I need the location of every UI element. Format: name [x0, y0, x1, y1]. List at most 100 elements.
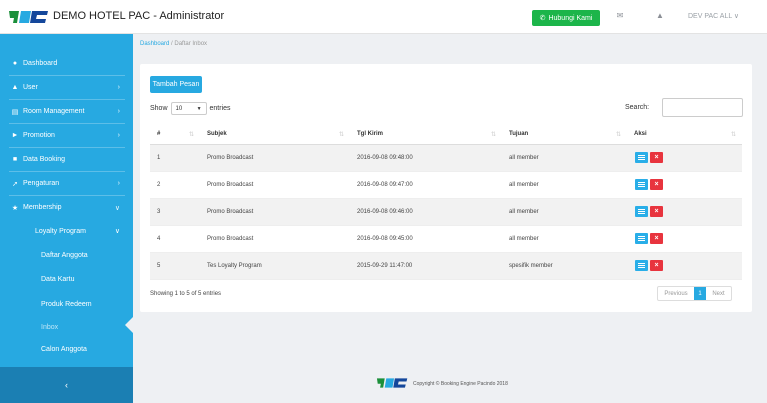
cell-aksi: ×	[627, 225, 742, 253]
chevron-left-icon: ‹	[65, 380, 68, 390]
room-icon: ▤	[11, 108, 19, 116]
search-label: Search:	[625, 104, 650, 111]
cell-subjek: Tes Loyalty Program	[200, 252, 350, 280]
add-message-button[interactable]: Tambah Pesan	[150, 76, 202, 93]
cell-tgl-kirim: 2016-09-08 09:45:00	[350, 225, 502, 253]
sort-icon: ⇅	[615, 131, 621, 138]
app-title: DEMO HOTEL PAC - Administrator	[53, 10, 225, 22]
sidebar-item-loyalty-program[interactable]: Loyalty Program ∨	[0, 220, 133, 242]
inbox-panel: Tambah Pesan Show 10 ▼ entries Search: #…	[140, 64, 752, 312]
show-label: Show	[150, 105, 168, 112]
breadcrumb-current: Daftar Inbox	[174, 41, 208, 47]
star-icon: ★	[11, 204, 19, 212]
sidebar-item-inbox[interactable]: Inbox	[0, 316, 133, 338]
active-indicator	[125, 317, 133, 333]
cell-tgl-kirim: 2016-09-08 09:46:00	[350, 198, 502, 226]
breadcrumb-home[interactable]: Dashboard	[140, 41, 169, 47]
view-button[interactable]	[635, 260, 648, 271]
delete-button[interactable]: ×	[650, 206, 663, 217]
table-row: 2 Promo Broadcast 2016-09-08 09:47:00 al…	[150, 171, 742, 199]
column-header-tujuan[interactable]: Tujuan ⇅	[502, 124, 627, 145]
sidebar-item-label: Promotion	[23, 132, 55, 139]
chevron-right-icon: ›	[117, 108, 120, 115]
view-button[interactable]	[635, 206, 648, 217]
entries-select[interactable]: 10 ▼	[170, 102, 207, 115]
chevron-right-icon: ›	[117, 84, 120, 91]
sidebar-item-room-management[interactable]: ▤ Room Management ›	[0, 100, 133, 123]
breadcrumb-separator: /	[171, 41, 173, 47]
sort-icon: ⇅	[188, 131, 194, 138]
view-button[interactable]	[635, 152, 648, 163]
sidebar-item-membership[interactable]: ★ Membership ∨	[0, 196, 133, 219]
column-header-aksi[interactable]: Aksi ⇅	[627, 124, 742, 145]
top-navbar: DEMO HOTEL PAC - Administrator ✆ Hubungi…	[0, 0, 767, 34]
sidebar-item-label: Membership	[23, 204, 62, 211]
sidebar-item-dashboard[interactable]: ● Dashboard	[0, 52, 133, 75]
chevron-right-icon: ›	[117, 132, 120, 139]
user-icon: ▲	[11, 84, 19, 91]
sort-icon: ⇅	[338, 131, 344, 138]
table-row: 1 Promo Broadcast 2016-09-08 09:48:00 al…	[150, 144, 742, 172]
contact-button[interactable]: ✆ Hubungi Kami	[532, 10, 600, 26]
delete-button[interactable]: ×	[650, 233, 663, 244]
cell-subjek: Promo Broadcast	[200, 171, 350, 199]
table-row: 5 Tes Loyalty Program 2015-09-29 11:47:0…	[150, 252, 742, 280]
footer: Copyright © Booking Engine Pacindo 2018	[133, 367, 767, 403]
pagination-previous[interactable]: Previous	[658, 287, 694, 300]
sidebar-item-pengaturan[interactable]: ➚ Pengaturan ›	[0, 172, 133, 195]
sidebar-item-label: Room Management	[23, 108, 85, 115]
sidebar-item-daftar-anggota[interactable]: Daftar Anggota	[0, 244, 133, 266]
view-button[interactable]	[635, 233, 648, 244]
envelope-icon[interactable]: ✉	[615, 11, 625, 21]
cell-number: 4	[150, 225, 200, 253]
cell-aksi: ×	[627, 171, 742, 199]
table-info: Showing 1 to 5 of 5 entries	[150, 291, 222, 297]
chevron-down-icon: ∨	[114, 228, 120, 235]
dashboard-icon: ●	[12, 60, 18, 67]
search-input[interactable]	[662, 98, 743, 117]
sidebar-item-label: Calon Anggota	[41, 345, 87, 353]
column-header-number[interactable]: # ⇅	[150, 124, 200, 145]
sidebar-item-label: Pengaturan	[23, 180, 60, 187]
pagination: Previous 1 Next	[657, 286, 732, 301]
cell-number: 3	[150, 198, 200, 226]
delete-button[interactable]: ×	[650, 260, 663, 271]
cell-tujuan: spesifik member	[502, 252, 627, 280]
sidebar-item-data-booking[interactable]: ■ Data Booking	[0, 148, 133, 171]
sidebar-item-data-kartu[interactable]: Data Kartu	[0, 268, 133, 290]
sidebar-collapse-button[interactable]: ‹	[0, 367, 133, 403]
pac-logo[interactable]	[8, 8, 50, 26]
table-row: 4 Promo Broadcast 2016-09-08 09:45:00 al…	[150, 225, 742, 253]
sidebar-item-user[interactable]: ▲ User ›	[0, 76, 133, 99]
booking-icon: ■	[12, 156, 18, 163]
sidebar-item-label: Data Kartu	[41, 275, 75, 283]
delete-button[interactable]: ×	[650, 179, 663, 190]
sidebar-item-produk-redeem[interactable]: Produk Redeem	[0, 293, 133, 315]
cell-number: 1	[150, 144, 200, 172]
sidebar-item-calon-anggota[interactable]: Calon Anggota	[0, 338, 133, 360]
sidebar-item-label: Daftar Anggota	[41, 251, 88, 259]
cell-tgl-kirim: 2016-09-08 09:47:00	[350, 171, 502, 199]
tag-icon: ►	[11, 132, 19, 139]
cell-tgl-kirim: 2015-09-29 11:47:00	[350, 252, 502, 280]
pac-logo	[376, 378, 408, 388]
sidebar-item-promotion[interactable]: ► Promotion ›	[0, 124, 133, 147]
sort-icon: ⇅	[730, 131, 736, 138]
pagination-next[interactable]: Next	[706, 287, 731, 300]
pagination-page[interactable]: 1	[694, 287, 706, 300]
bell-icon[interactable]: ▲	[655, 11, 665, 21]
wrench-icon: ➚	[12, 180, 18, 188]
cell-tujuan: all member	[502, 171, 627, 199]
cell-tujuan: all member	[502, 144, 627, 172]
delete-button[interactable]: ×	[650, 152, 663, 163]
user-menu[interactable]: DEV PAC ALL ∨	[688, 12, 739, 20]
table-header-row: # ⇅ Subjek ⇅ Tgl Kirim ⇅ Tujuan ⇅ Aksi ⇅	[150, 124, 742, 145]
view-button[interactable]	[635, 179, 648, 190]
caret-down-icon: ▼	[196, 105, 202, 112]
cell-aksi: ×	[627, 198, 742, 226]
column-header-subjek[interactable]: Subjek ⇅	[200, 124, 350, 145]
cell-subjek: Promo Broadcast	[200, 225, 350, 253]
cell-tujuan: all member	[502, 198, 627, 226]
column-header-tgl-kirim[interactable]: Tgl Kirim ⇅	[350, 124, 502, 145]
chevron-down-icon: ∨	[114, 204, 120, 212]
